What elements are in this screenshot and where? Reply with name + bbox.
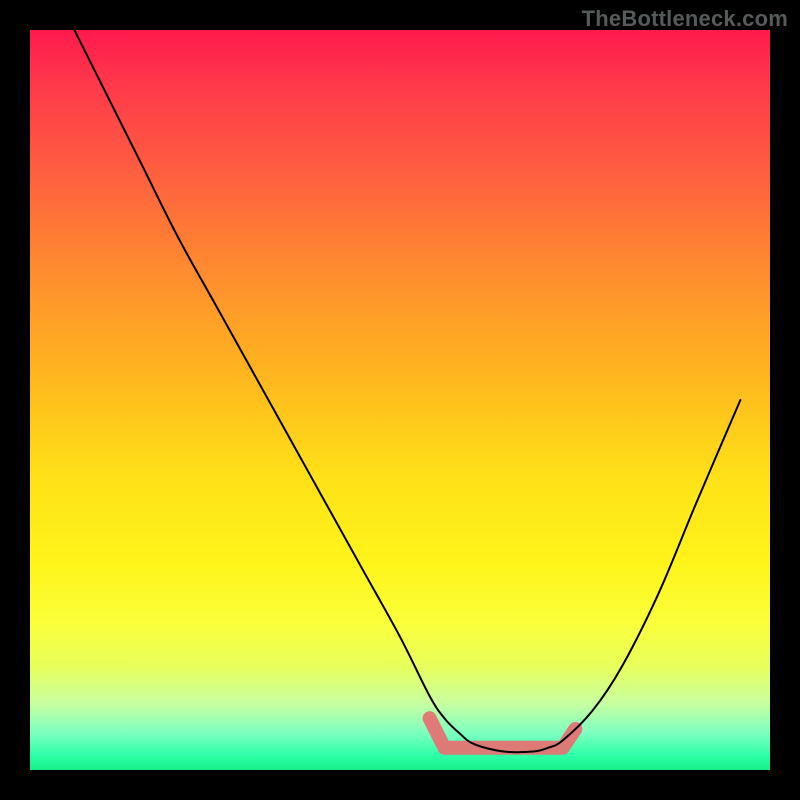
brand-label: TheBottleneck.com: [582, 6, 788, 32]
curve-layer: [30, 30, 770, 770]
bottleneck-curve: [74, 30, 740, 752]
chart-frame: TheBottleneck.com: [0, 0, 800, 800]
plot-area: [30, 30, 770, 770]
highlight-stroke: [430, 718, 576, 748]
